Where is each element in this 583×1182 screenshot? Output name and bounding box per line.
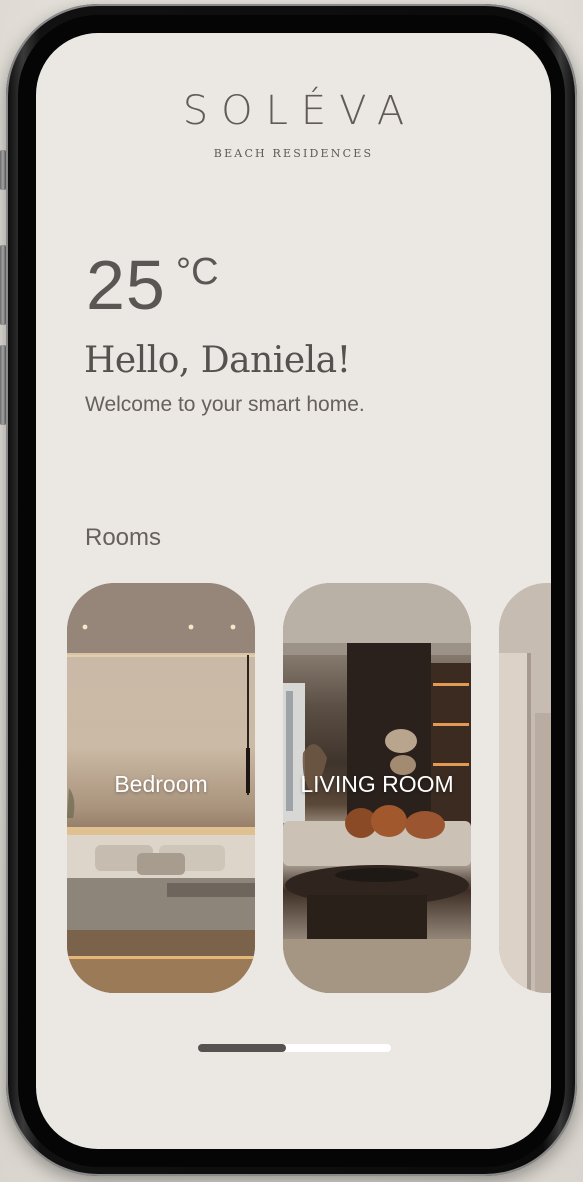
room-card-bedroom[interactable]: Bedroom [67,583,255,993]
temperature-value: 25 [86,246,166,324]
room-card-living-room[interactable]: LIVING ROOM [283,583,471,993]
phone-screen: SOLÉVA BEACH RESIDENCES 25 °C Hello, Dan… [36,33,551,1149]
room-card-next[interactable] [499,583,551,993]
next-room-photo [499,583,551,993]
room-label-bedroom: Bedroom [114,771,208,797]
carousel-pager-indicator[interactable] [198,1044,286,1052]
greeting-heading: Hello, Daniela! [84,340,351,381]
brand-subtitle: BEACH RESIDENCES [213,147,374,160]
welcome-message: Welcome to your smart home. [85,393,365,416]
brand-name: SOLÉVA [182,88,418,134]
brand-logo: SOLÉVA BEACH RESIDENCES [36,89,551,160]
room-label-living-room: LIVING ROOM [300,771,454,797]
app-stage: SOLÉVA BEACH RESIDENCES 25 °C Hello, Dan… [0,0,583,1182]
temperature-unit: °C [175,251,219,293]
rooms-section-title: Rooms [85,524,162,551]
temperature-widget: 25 °C [86,248,219,322]
